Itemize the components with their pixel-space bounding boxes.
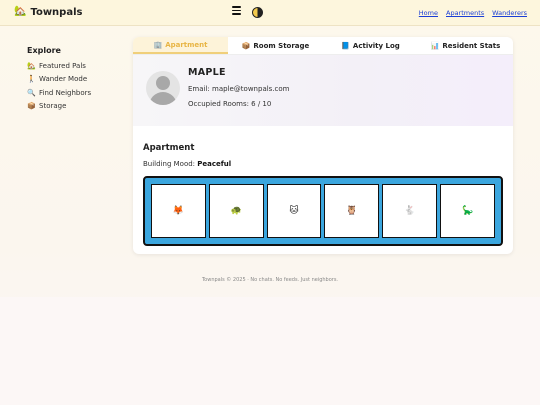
house-icon: 🏡 [27,61,36,70]
room-slot[interactable]: 🦕 [440,184,495,238]
tab-activity-log[interactable]: 📘 Activity Log [323,37,418,54]
rabbit-icon: 🐇 [404,206,416,216]
avatar [146,71,180,105]
book-icon: 📘 [341,41,350,50]
room-slot[interactable]: 🐱 [266,184,322,238]
cat-icon: 🐱 [289,206,299,216]
sidebar: Explore 🏡 Featured Pals 🚶 Wander Mode 🔍 … [27,46,91,113]
tab-bar: 🏢 Apartment 📦 Room Storage 📘 Activity Lo… [133,37,513,55]
brand-name: Townpals [30,6,83,18]
building-mood: Building Mood: Peaceful [143,160,231,168]
theme-toggle-icon[interactable] [252,7,263,18]
tab-resident-stats[interactable]: 📊 Resident Stats [418,37,513,54]
tab-apartment[interactable]: 🏢 Apartment [133,37,228,54]
fox-icon: 🦊 [172,206,185,216]
walking-person-icon: 🚶 [27,75,36,84]
dinosaur-icon: 🦕 [461,206,474,216]
room-slot[interactable]: 🦉 [324,184,380,238]
tab-label: Resident Stats [442,41,501,50]
room-slot[interactable]: 🐇 [382,184,438,238]
sidebar-title: Explore [27,46,61,55]
sidebar-item-find-neighbors[interactable]: 🔍 Find Neighbors [27,86,91,100]
nav-link-wanderers[interactable]: Wanderers [492,9,527,17]
tab-label: Room Storage [253,41,310,50]
section-title: Apartment [143,143,195,153]
bar-chart-icon: 📊 [430,41,440,50]
footer-text: Townpals © 2025 · No chats. No feeds. Ju… [201,277,339,283]
mood-label: Building Mood: [143,160,196,168]
menu-icon[interactable] [232,6,241,15]
tab-label: Activity Log [352,41,400,50]
footer-band [0,297,540,405]
nav-link-apartments[interactable]: Apartments [446,9,484,17]
tab-room-storage[interactable]: 📦 Room Storage [228,37,323,54]
room-slot[interactable]: 🦊 [151,184,206,238]
magnifier-icon: 🔍 [27,88,36,97]
resident-name: MAPLE [188,67,226,78]
occupied-rooms: Occupied Rooms: 6 / 10 [188,100,272,108]
top-nav: Home Apartments Wanderers [419,9,527,17]
apartment-building: 🦊 🐢 🐱 🦉 🐇 🦕 [143,176,503,246]
owl-icon: 🦉 [346,206,358,216]
sidebar-item-label: Featured Pals [39,61,86,70]
turtle-icon: 🐢 [230,206,242,216]
profile-header: MAPLE Email: maple@townpals.com Occupied… [133,55,513,126]
brand[interactable]: 🏡 Townpals [14,6,82,18]
mood-value: Peaceful [197,160,232,168]
nav-link-home[interactable]: Home [419,9,438,17]
sidebar-item-label: Storage [39,102,67,111]
building-icon: 🏢 [153,40,163,49]
box-icon: 📦 [27,102,36,111]
top-bar: 🏡 Townpals Home Apartments Wanderers [0,0,540,26]
room-slot[interactable]: 🐢 [208,184,264,238]
resident-email: Email: maple@townpals.com [188,85,290,93]
sidebar-item-featured-pals[interactable]: 🏡 Featured Pals [27,59,91,73]
house-logo-icon: 🏡 [14,6,27,17]
sidebar-item-label: Wander Mode [39,75,88,84]
resident-card: 🏢 Apartment 📦 Room Storage 📘 Activity Lo… [133,37,513,254]
sidebar-item-wander-mode[interactable]: 🚶 Wander Mode [27,73,91,87]
sidebar-item-storage[interactable]: 📦 Storage [27,100,91,114]
box-icon: 📦 [241,41,251,50]
tab-label: Apartment [165,40,208,49]
sidebar-item-label: Find Neighbors [39,88,92,97]
